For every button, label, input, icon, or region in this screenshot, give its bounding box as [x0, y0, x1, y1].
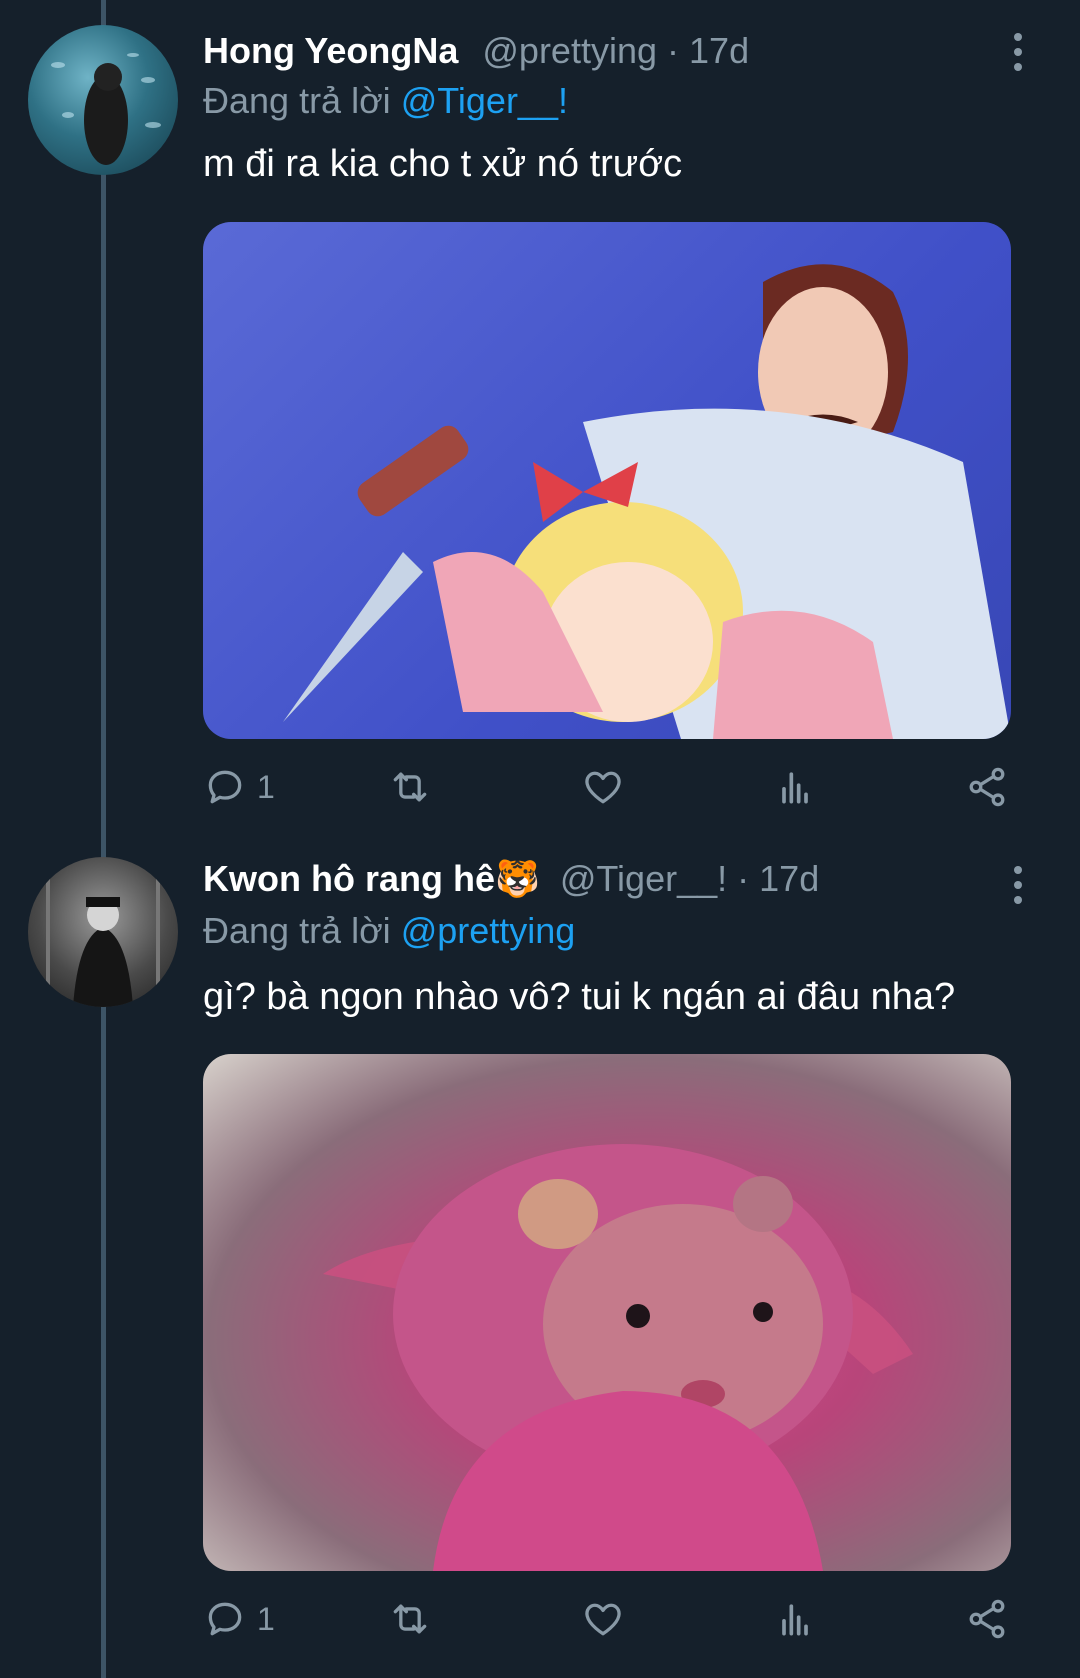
retweet-button[interactable]	[388, 757, 432, 817]
tweet-header: Kwon hô rang hê🐯 @Tiger__! · 17d	[203, 858, 819, 900]
reply-button[interactable]: 1	[203, 1589, 275, 1649]
reply-button[interactable]: 1	[203, 757, 275, 817]
tweet-actions: 1	[203, 1589, 1011, 1649]
share-icon	[969, 767, 1005, 807]
more-icon	[1014, 33, 1022, 41]
tweet-text: m đi ra kia cho t xử nó trước	[203, 143, 683, 185]
like-button[interactable]	[581, 1589, 625, 1649]
retweet-button[interactable]	[388, 1589, 432, 1649]
share-button[interactable]	[965, 1589, 1009, 1649]
avatar[interactable]	[28, 857, 178, 1007]
like-icon	[585, 1603, 621, 1636]
replying-to: Đang trả lời @prettying	[203, 910, 575, 952]
display-name[interactable]: Kwon hô rang hê🐯	[203, 858, 540, 899]
replying-mention-link[interactable]: @Tiger__!	[401, 80, 568, 121]
cartoon-image	[283, 264, 1011, 739]
analytics-button[interactable]	[773, 1589, 817, 1649]
timestamp[interactable]: 17d	[759, 858, 819, 899]
replying-to: Đang trả lời @Tiger__!	[203, 80, 568, 122]
more-icon	[1014, 866, 1022, 874]
analytics-icon	[782, 772, 808, 804]
tweet-header: Hong YeongNa @prettying · 17d	[203, 30, 749, 72]
reply-count: 1	[257, 768, 275, 805]
tweet-media[interactable]	[203, 1054, 1011, 1571]
reply-icon	[208, 1602, 242, 1636]
replying-prefix: Đang trả lời	[203, 80, 391, 121]
timestamp[interactable]: 17d	[689, 30, 749, 71]
username[interactable]: @prettying	[482, 30, 657, 71]
reply-count: 1	[257, 1600, 275, 1637]
hamster-image	[323, 1144, 913, 1571]
more-options-button[interactable]	[1010, 866, 1026, 910]
tweet-1[interactable]: Hong YeongNa @prettying · 17d Đang trả l…	[0, 0, 1080, 830]
like-button[interactable]	[581, 757, 625, 817]
tweet-text: gì? bà ngon nhào vô? tui k ngán ai đâu n…	[203, 976, 956, 1018]
separator-dot: ·	[667, 30, 680, 71]
replying-mention-link[interactable]: @prettying	[401, 910, 576, 951]
tweet-2[interactable]: Kwon hô rang hê🐯 @Tiger__! · 17d Đang tr…	[0, 830, 1080, 1678]
share-button[interactable]	[965, 757, 1009, 817]
reply-icon	[208, 770, 242, 804]
analytics-button[interactable]	[773, 757, 817, 817]
separator-dot: ·	[737, 858, 750, 899]
avatar-photo	[46, 877, 160, 1007]
tweet-actions: 1	[203, 757, 1011, 817]
share-icon	[969, 1599, 1005, 1639]
retweet-icon	[393, 1604, 427, 1634]
display-name[interactable]: Hong YeongNa	[203, 30, 458, 71]
more-options-button[interactable]	[1010, 33, 1026, 77]
avatar[interactable]	[28, 25, 178, 175]
retweet-icon	[393, 772, 427, 802]
replying-prefix: Đang trả lời	[203, 910, 391, 951]
analytics-icon	[782, 1604, 808, 1636]
username[interactable]: @Tiger__!	[560, 858, 727, 899]
avatar-photo	[51, 53, 161, 165]
like-icon	[585, 771, 621, 804]
tweet-media[interactable]	[203, 222, 1011, 739]
